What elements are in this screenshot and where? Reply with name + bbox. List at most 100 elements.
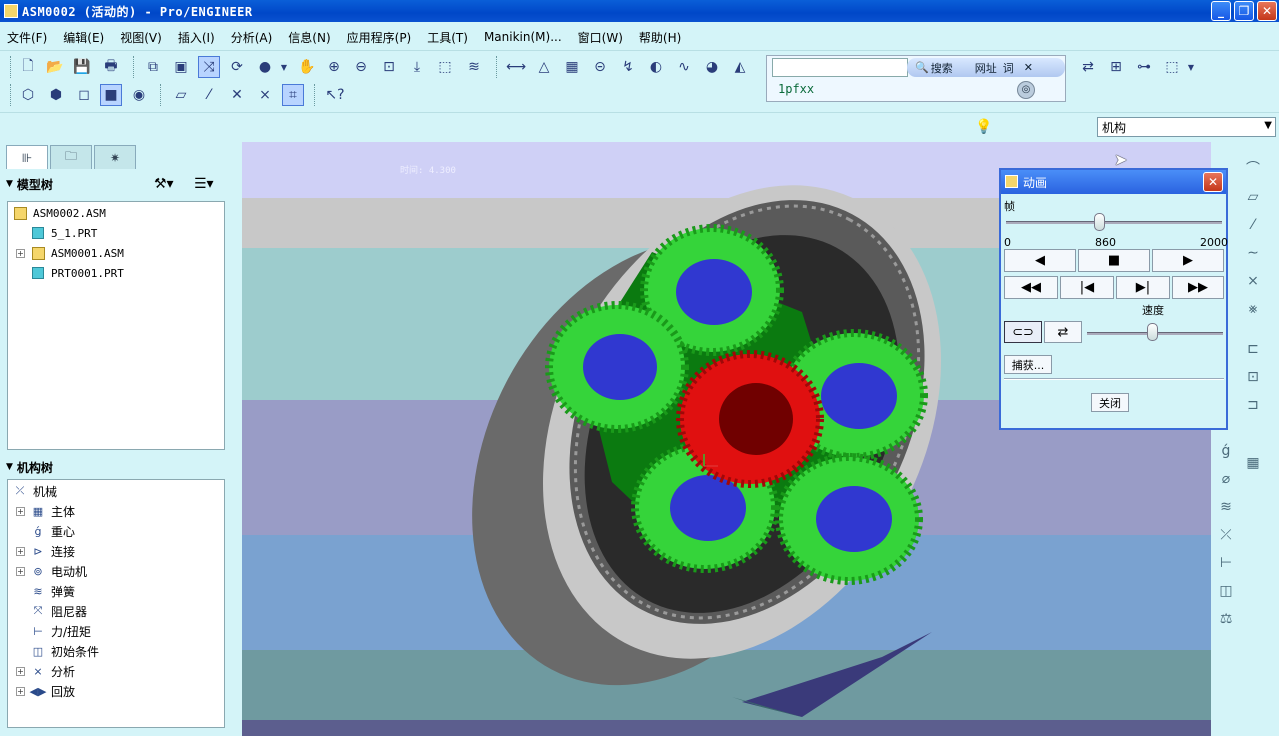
play-backward-button[interactable]: ◀ — [1004, 249, 1076, 272]
drag-icon[interactable]: ⊡ — [1242, 366, 1264, 388]
initial-condition-icon[interactable]: ◫ — [1215, 580, 1237, 602]
measure-area-icon[interactable]: △ — [533, 56, 555, 78]
frame-slider-track[interactable] — [1006, 221, 1222, 224]
force-icon[interactable]: ⊢ — [1215, 552, 1237, 574]
maximize-button[interactable]: ❐ — [1234, 1, 1254, 21]
explode-icon[interactable]: ⊞ — [1105, 56, 1127, 78]
mech-tree-header[interactable]: ▼ 机构树 — [6, 456, 228, 478]
tree-item[interactable]: + ⊳ 连接 — [8, 541, 224, 561]
saved-views-icon[interactable]: ⬚ — [434, 56, 456, 78]
chevron-down-icon[interactable]: ▼ — [1264, 120, 1272, 131]
motor-icon[interactable]: ⌀ — [1215, 468, 1237, 490]
context-help-icon[interactable]: ↖? — [324, 84, 346, 106]
hidden-line-icon[interactable]: ⬢ — [45, 84, 67, 106]
expand-icon[interactable]: + — [16, 506, 25, 516]
menu-item[interactable]: 帮助(H) — [639, 29, 681, 46]
menu-item[interactable]: 编辑(E) — [63, 29, 104, 46]
wave-analysis-icon[interactable]: ∿ — [673, 56, 695, 78]
animation-dialog-titlebar[interactable]: 动画 ✕ — [1001, 170, 1226, 194]
menu-item[interactable]: 工具(T) — [427, 29, 468, 46]
tree-item[interactable]: PRT0001.PRT — [8, 263, 224, 283]
save-icon[interactable]: 💾 — [71, 56, 93, 78]
new-file-icon[interactable]: 🗋 — [17, 56, 39, 78]
wireframe-icon[interactable]: ⬡ — [17, 84, 39, 106]
no-hidden-icon[interactable]: ◻ — [73, 84, 95, 106]
rewind-button[interactable]: ◀◀ — [1004, 276, 1058, 299]
model-tree-tab[interactable]: ⊪ — [6, 145, 48, 169]
find-binoculars-icon[interactable]: ⊶ — [1133, 56, 1155, 78]
menu-item[interactable]: 插入(I) — [178, 29, 215, 46]
table-icon[interactable]: ▦ — [1242, 452, 1264, 474]
mass-properties-icon[interactable]: ⚖ — [1215, 608, 1237, 630]
surface-analysis-icon[interactable]: ◐ — [645, 56, 667, 78]
tree-item[interactable]: 5_1.PRT — [8, 223, 224, 243]
redraw-icon[interactable]: ▣ — [170, 56, 192, 78]
expand-icon[interactable]: + — [16, 546, 25, 556]
url-tab[interactable]: 网址 — [975, 60, 997, 76]
reorient-icon[interactable]: ⤓ — [406, 56, 428, 78]
expand-icon[interactable]: + — [16, 248, 25, 258]
zoom-in-icon[interactable]: ⊕ — [323, 56, 345, 78]
model-tree-header[interactable]: ▼ 模型树 ⚒▾ ☰▾ — [6, 173, 228, 195]
search-go-icon[interactable]: ◎ — [1017, 81, 1035, 99]
expand-icon[interactable]: + — [16, 666, 25, 676]
toolbar-grip[interactable] — [160, 84, 163, 106]
reverse-loop-button[interactable]: ⇄ — [1044, 321, 1082, 343]
assemble-icon[interactable]: ⇄ — [1077, 56, 1099, 78]
color-map-icon[interactable]: ◕ — [701, 56, 723, 78]
pan-hand-icon[interactable]: ✋ — [296, 56, 318, 78]
annotations-icon[interactable]: ⌗ — [282, 84, 304, 106]
chevron-down-icon[interactable]: ▼ — [6, 462, 13, 472]
search-button[interactable]: 搜索 — [931, 60, 953, 76]
mass-properties-icon[interactable]: ⊝ — [589, 56, 611, 78]
open-folder-icon[interactable]: 📂 — [44, 56, 66, 78]
tree-item[interactable]: ⤫ 机械 — [8, 481, 224, 501]
toolbar-grip[interactable] — [314, 84, 317, 106]
step-back-button[interactable]: |◀ — [1060, 276, 1114, 299]
refit-icon[interactable]: ⊡ — [378, 56, 400, 78]
toolbar-grip[interactable] — [496, 56, 499, 78]
appearance-icon[interactable]: ● — [254, 56, 276, 78]
datum-axis-icon[interactable]: ⁄ — [1242, 214, 1264, 236]
search-input[interactable] — [772, 58, 908, 77]
settings-icon[interactable]: ⚒▾ — [154, 176, 174, 192]
spin-center-icon[interactable]: ⤨ — [198, 56, 220, 78]
capture-button[interactable]: 捕获... — [1004, 355, 1052, 374]
close-icon[interactable]: ✕ — [1024, 61, 1033, 74]
menu-item[interactable]: 应用程序(P) — [347, 29, 412, 46]
datum-curve-icon[interactable]: ∼ — [1242, 242, 1264, 264]
frame-slider-thumb[interactable] — [1093, 213, 1105, 231]
toolbar-grip[interactable] — [10, 84, 13, 106]
fast-forward-button[interactable]: ▶▶ — [1172, 276, 1224, 299]
datum-planes-icon[interactable]: ▱ — [170, 84, 192, 106]
favorites-tab[interactable]: ✷ — [94, 145, 136, 169]
connect-icon[interactable]: ⊏ — [1242, 338, 1264, 360]
light-bulb-icon[interactable]: 💡 — [975, 119, 992, 137]
tree-item[interactable]: ≋ 弹簧 — [8, 581, 224, 601]
menu-item[interactable]: 信息(N) — [288, 29, 330, 46]
chevron-down-icon[interactable]: ▼ — [1185, 56, 1197, 78]
stop-button[interactable]: ■ — [1078, 249, 1150, 272]
chevron-down-icon[interactable]: ▼ — [6, 179, 13, 189]
sketch-icon[interactable]: ⌒ — [1242, 158, 1264, 180]
datum-point-icon[interactable]: ⨯ — [1242, 270, 1264, 292]
datum-plane-icon[interactable]: ▱ — [1242, 186, 1264, 208]
close-button[interactable]: ✕ — [1257, 1, 1277, 21]
tree-item[interactable]: ⊢ 力/扭矩 — [8, 621, 224, 641]
tree-item[interactable]: + ▦ 主体 — [8, 501, 224, 521]
selection-filter-select[interactable]: 机构 ▼ — [1097, 117, 1276, 137]
csys-icon[interactable]: ⨳ — [1242, 298, 1264, 320]
show-icon[interactable]: ☰▾ — [194, 176, 214, 192]
search-icon[interactable]: 🔍 — [915, 61, 929, 74]
menu-item[interactable]: 窗口(W) — [578, 29, 623, 46]
toolbar-grip[interactable] — [10, 56, 13, 78]
orient-mode-icon[interactable]: ⟳ — [226, 56, 248, 78]
curvature-icon[interactable]: ↯ — [617, 56, 639, 78]
expand-icon[interactable]: + — [16, 566, 25, 576]
menu-item[interactable]: 分析(A) — [231, 29, 273, 46]
datum-axes-icon[interactable]: ⁄ — [198, 84, 220, 106]
speed-slider-thumb[interactable] — [1147, 323, 1159, 341]
tree-item[interactable]: ⤧ 阻尼器 — [8, 601, 224, 621]
zoom-out-icon[interactable]: ⊖ — [350, 56, 372, 78]
close-dialog-button[interactable]: 关闭 — [1091, 393, 1129, 412]
